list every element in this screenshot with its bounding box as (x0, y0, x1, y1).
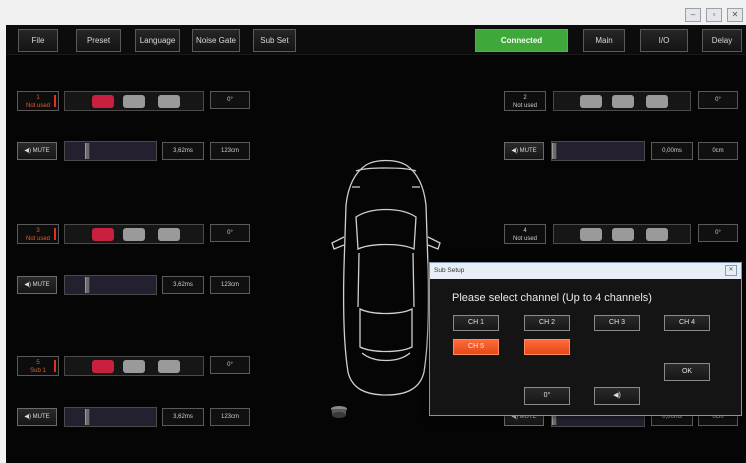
speaker-mute-button[interactable]: ◀) (594, 387, 640, 405)
output-pill-active[interactable] (92, 228, 114, 241)
output-pill[interactable] (580, 95, 602, 108)
output-pill[interactable] (612, 228, 634, 241)
output-pill[interactable] (646, 95, 668, 108)
channel-2-mute-button[interactable]: ◀) MUTE (504, 142, 544, 160)
ch1-button[interactable]: CH 1 (453, 315, 499, 331)
slider-handle[interactable] (552, 143, 557, 159)
channel-4-output-selector[interactable] (553, 224, 691, 244)
channel-1-output-selector[interactable] (64, 91, 204, 111)
main-button[interactable]: Main (583, 29, 625, 52)
channel-2-delay-slider[interactable] (551, 141, 645, 161)
channel-2-phase[interactable]: 0° (698, 91, 738, 109)
channel-4-label[interactable]: 4 Not used (504, 224, 546, 244)
ch4-button[interactable]: CH 4 (664, 315, 710, 331)
output-pill[interactable] (123, 95, 145, 108)
channel-3-label[interactable]: 3 Not used (17, 224, 59, 244)
channel-1-label[interactable]: 1 Not used (17, 91, 59, 111)
maximize-icon[interactable]: ▫ (706, 8, 722, 22)
output-pill-active[interactable] (92, 360, 114, 373)
output-pill[interactable] (158, 95, 180, 108)
language-button[interactable]: Language (135, 29, 180, 52)
output-pill[interactable] (580, 228, 602, 241)
window-titlebar: – ▫ ✕ (0, 0, 746, 25)
output-pill[interactable] (158, 228, 180, 241)
sub-setup-dialog: Sub Setup ✕ Please select channel (Up to… (429, 262, 742, 416)
channel-3-output-selector[interactable] (64, 224, 204, 244)
output-pill[interactable] (123, 228, 145, 241)
channel-3-distance[interactable]: 123cm (210, 276, 250, 294)
slider-handle[interactable] (85, 277, 90, 293)
channel-4-phase[interactable]: 0° (698, 224, 738, 242)
channel-2-distance[interactable]: 0cm (698, 142, 738, 160)
ch5-button[interactable]: CH 5 (453, 339, 499, 355)
dialog-title: Sub Setup (430, 263, 741, 279)
subwoofer-icon (331, 406, 347, 418)
channel-1-distance[interactable]: 123cm (210, 142, 250, 160)
slider-handle[interactable] (85, 143, 90, 159)
channel-5-phase[interactable]: 0° (210, 356, 250, 374)
channel-5-distance[interactable]: 123cm (210, 408, 250, 426)
noise-gate-button[interactable]: Noise Gate (192, 29, 240, 52)
channel-3-phase[interactable]: 0° (210, 224, 250, 242)
output-pill[interactable] (158, 360, 180, 373)
menu-bar: File Preset Language Noise Gate Sub Set … (6, 25, 746, 55)
channel-2-label[interactable]: 2 Not used (504, 91, 546, 111)
channel-5-label[interactable]: 5 Sub 1 (17, 356, 59, 376)
app-window: File Preset Language Noise Gate Sub Set … (6, 25, 746, 463)
channel-1-mute-button[interactable]: ◀) MUTE (17, 142, 57, 160)
connection-status: Connected (475, 29, 568, 52)
ok-button[interactable]: OK (664, 363, 710, 381)
channel-indicator (54, 95, 56, 107)
delay-button[interactable]: Delay (702, 29, 742, 52)
slider-handle[interactable] (85, 409, 90, 425)
ch6-button[interactable] (524, 339, 570, 355)
channel-5-delay-ms[interactable]: 3,62ms (162, 408, 204, 426)
preset-button[interactable]: Preset (76, 29, 121, 52)
channel-5-delay-slider[interactable] (64, 407, 157, 427)
channel-indicator (54, 360, 56, 372)
channel-3-mute-button[interactable]: ◀) MUTE (17, 276, 57, 294)
output-pill[interactable] (123, 360, 145, 373)
io-button[interactable]: I/O (640, 29, 688, 52)
channel-3-delay-ms[interactable]: 3,62ms (162, 276, 204, 294)
channel-2-output-selector[interactable] (553, 91, 691, 111)
file-button[interactable]: File (18, 29, 58, 52)
channel-2-delay-ms[interactable]: 0,00ms (651, 142, 693, 160)
close-window-icon[interactable]: ✕ (727, 8, 743, 22)
dialog-prompt: Please select channel (Up to 4 channels) (452, 292, 652, 304)
channel-1-delay-slider[interactable] (64, 141, 157, 161)
output-pill[interactable] (646, 228, 668, 241)
sub-set-button[interactable]: Sub Set (253, 29, 296, 52)
car-top-view-image (331, 159, 441, 396)
ch3-button[interactable]: CH 3 (594, 315, 640, 331)
output-pill-active[interactable] (92, 95, 114, 108)
minimize-icon[interactable]: – (685, 8, 701, 22)
channel-5-mute-button[interactable]: ◀) MUTE (17, 408, 57, 426)
channel-5-output-selector[interactable] (64, 356, 204, 376)
output-pill[interactable] (612, 95, 634, 108)
ch2-button[interactable]: CH 2 (524, 315, 570, 331)
channel-3-delay-slider[interactable] (64, 275, 157, 295)
close-icon[interactable]: ✕ (725, 265, 737, 276)
channel-1-delay-ms[interactable]: 3,62ms (162, 142, 204, 160)
phase-button[interactable]: 0° (524, 387, 570, 405)
channel-1-phase[interactable]: 0° (210, 91, 250, 109)
channel-indicator (54, 228, 56, 240)
